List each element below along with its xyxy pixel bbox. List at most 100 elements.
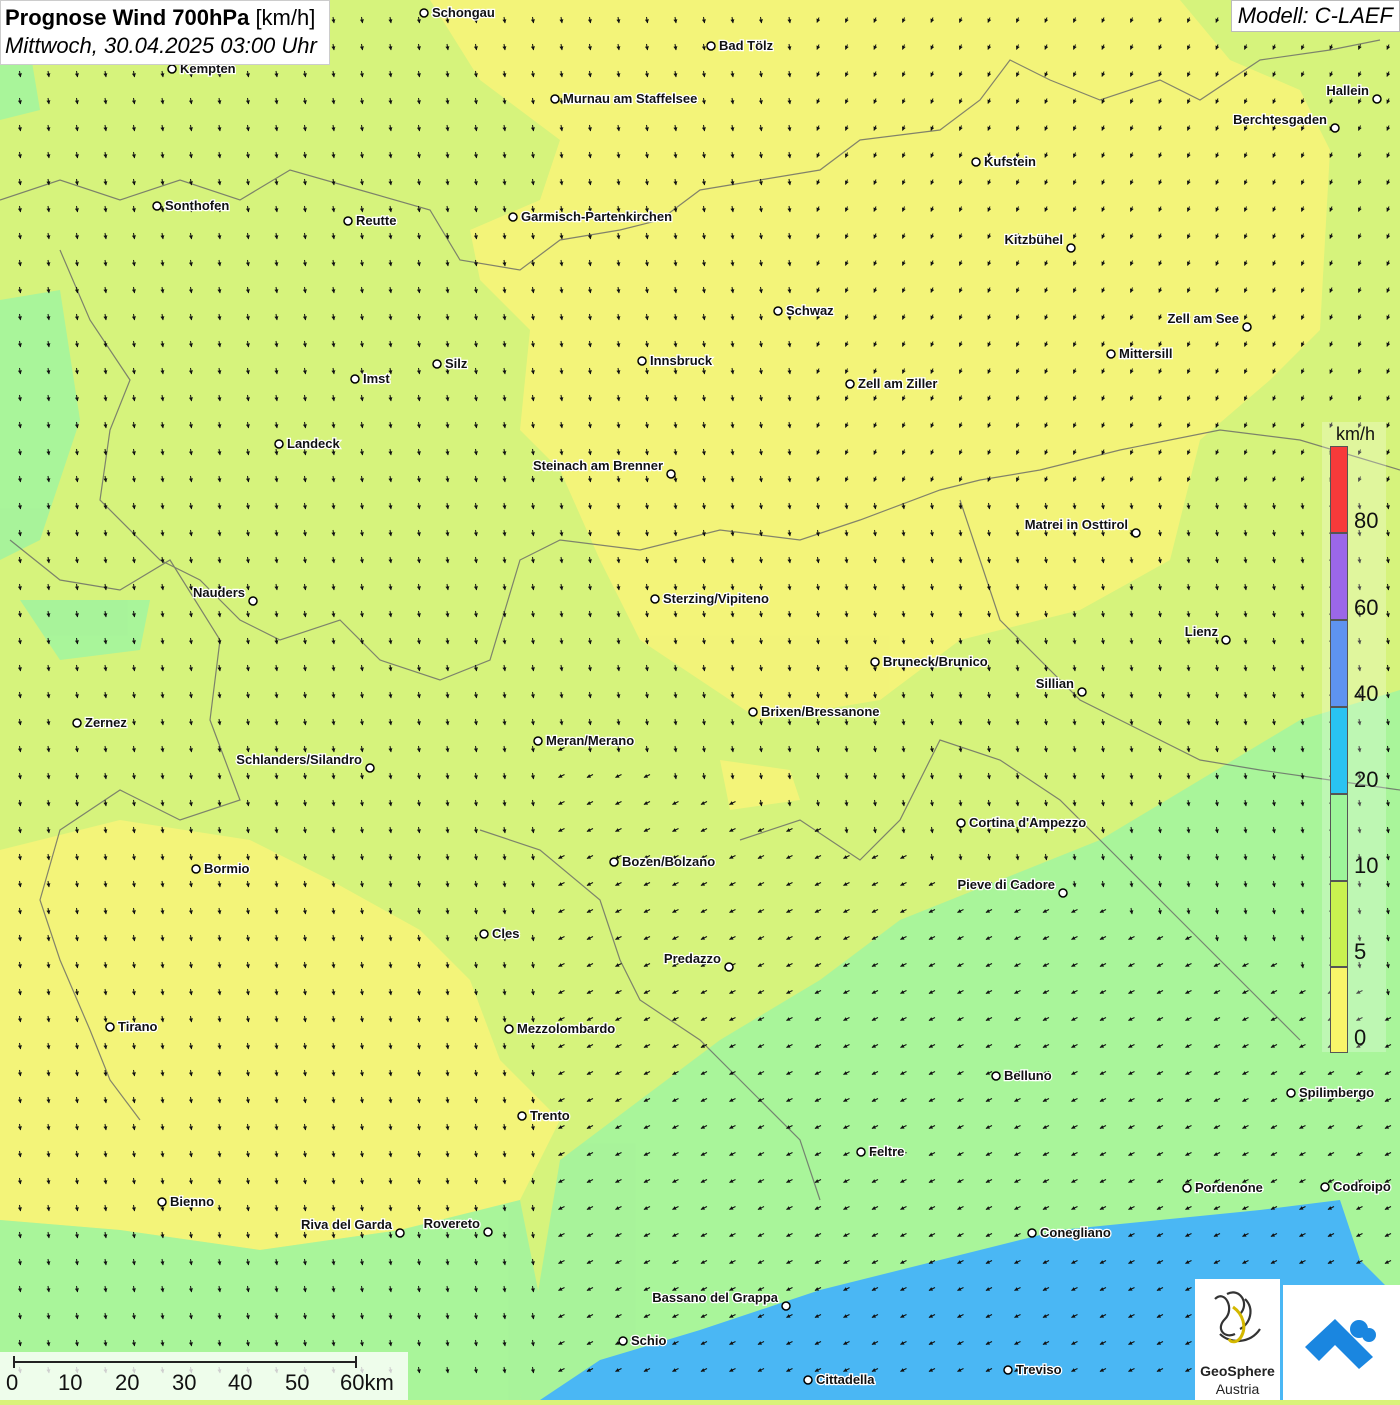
city-label: Silz — [445, 356, 468, 371]
city-marker — [1066, 243, 1076, 253]
city-marker — [274, 439, 284, 449]
city-marker — [105, 1022, 115, 1032]
city-marker — [419, 8, 429, 18]
legend-swatch-10 — [1330, 794, 1348, 881]
scale-label: 10 — [58, 1370, 83, 1395]
city-label: Schwaz — [786, 303, 834, 318]
geosphere-text: GeoSphere — [1200, 1363, 1275, 1379]
city-label: Berchtesgaden — [1233, 112, 1327, 127]
city-label: Schlanders/Silandro — [236, 752, 362, 767]
scale-label: 60km — [340, 1370, 394, 1395]
city-marker — [803, 1375, 813, 1385]
city-marker — [343, 216, 353, 226]
city-label: Steinach am Brenner — [533, 458, 663, 473]
city-marker — [773, 306, 783, 316]
city-marker — [618, 1336, 628, 1346]
city-marker — [956, 818, 966, 828]
city-marker — [1330, 123, 1340, 133]
city-label: Treviso — [1016, 1362, 1062, 1377]
city-marker — [152, 201, 162, 211]
city-label: Zernez — [85, 715, 127, 730]
scale-label: 20 — [115, 1370, 140, 1395]
city-marker — [248, 596, 258, 606]
city-marker — [971, 157, 981, 167]
city-label: Zell am Ziller — [858, 376, 937, 391]
city-label: Pieve di Cadore — [957, 877, 1055, 892]
city-marker — [1242, 322, 1252, 332]
geosphere-mark-icon — [1214, 1291, 1261, 1344]
city-marker — [650, 594, 660, 604]
legend-tick: 0 — [1354, 1025, 1367, 1050]
legend-tick: 10 — [1354, 853, 1379, 878]
city-marker — [167, 64, 177, 74]
city-marker — [157, 1197, 167, 1207]
city-marker — [483, 1227, 493, 1237]
legend-tick: 20 — [1354, 767, 1379, 792]
scale-label: 40 — [228, 1370, 253, 1395]
scale-label: 50 — [285, 1370, 310, 1395]
city-marker — [991, 1071, 1001, 1081]
city-marker — [1027, 1228, 1037, 1238]
scale-bar: 0 10 20 30 40 50 60km — [0, 1352, 408, 1400]
scale-label: 0 — [6, 1370, 19, 1395]
city-label: Rovereto — [424, 1216, 480, 1231]
city-label: Riva del Garda — [301, 1217, 393, 1232]
city-label: Matrei in Osttirol — [1025, 517, 1128, 532]
city-label: Feltre — [869, 1144, 904, 1159]
legend-tick: 60 — [1354, 595, 1379, 620]
city-marker — [609, 857, 619, 867]
city-label: Spilimbergo — [1299, 1085, 1374, 1100]
legend-swatch-20 — [1330, 707, 1348, 794]
geosphere-logo[interactable]: GeoSphere Austria — [1195, 1279, 1280, 1400]
city-label: Bozen/Bolzano — [622, 854, 715, 869]
city-marker — [1077, 687, 1087, 697]
legend-swatch-0 — [1330, 967, 1348, 1053]
city-marker — [432, 359, 442, 369]
city-marker — [666, 469, 676, 479]
wind-map[interactable]: SchongauBad TölzKemptenMurnau am Staffel… — [0, 0, 1400, 1400]
city-marker — [508, 212, 518, 222]
city-marker — [1320, 1182, 1330, 1192]
legend-swatch-5 — [1330, 881, 1348, 967]
city-marker — [1058, 888, 1068, 898]
city-marker — [395, 1228, 405, 1238]
legend-tick: 5 — [1354, 939, 1367, 964]
city-marker — [1106, 349, 1116, 359]
city-label: Kufstein — [984, 154, 1036, 169]
city-label: Reutte — [356, 213, 396, 228]
legend-unit: km/h — [1336, 424, 1376, 444]
model-label: Modell: C-LAEF — [1230, 0, 1400, 32]
city-label: Mittersill — [1119, 346, 1172, 361]
city-label: Bienno — [170, 1194, 214, 1209]
city-label: Cittadella — [816, 1372, 875, 1387]
city-marker — [1003, 1365, 1013, 1375]
city-marker — [504, 1024, 514, 1034]
city-label: Bormio — [204, 861, 250, 876]
weather-app-logo[interactable] — [1283, 1285, 1400, 1400]
city-marker — [1372, 94, 1382, 104]
weather-arrow-icon — [1305, 1319, 1376, 1369]
city-label: Innsbruck — [650, 353, 713, 368]
city-label: Zell am See — [1167, 311, 1239, 326]
city-label: Hallein — [1326, 83, 1369, 98]
city-label: Tirano — [118, 1019, 158, 1034]
title-box: Prognose Wind 700hPa [km/h] Mittwoch, 30… — [0, 0, 330, 65]
city-label: Sterzing/Vipiteno — [663, 591, 769, 606]
city-label: Trento — [530, 1108, 570, 1123]
city-label: Bad Tölz — [719, 38, 774, 53]
scale-label: 30 — [172, 1370, 197, 1395]
legend-tick: 40 — [1354, 681, 1379, 706]
city-label: Imst — [363, 371, 390, 386]
city-label: Lienz — [1185, 624, 1219, 639]
city-marker — [706, 41, 716, 51]
city-marker — [550, 94, 560, 104]
city-marker — [72, 718, 82, 728]
city-marker — [479, 929, 489, 939]
legend-swatch-60 — [1330, 533, 1348, 620]
city-label: Sonthofen — [165, 198, 229, 213]
city-label: Schongau — [432, 5, 495, 20]
city-label: Kitzbühel — [1005, 232, 1064, 247]
city-marker — [350, 374, 360, 384]
legend-swatch-40 — [1330, 620, 1348, 707]
city-label: Bassano del Grappa — [652, 1290, 778, 1305]
